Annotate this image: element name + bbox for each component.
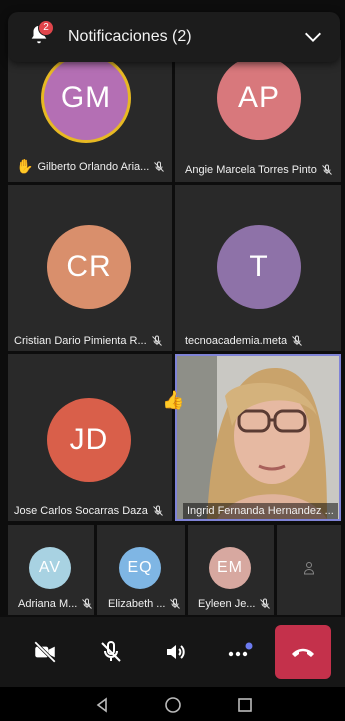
avatar: AV (29, 547, 71, 589)
avatar-initials: GM (60, 81, 112, 114)
participant-name: Jose Carlos Socarras Daza (14, 505, 148, 517)
participant-name-row: Jose Carlos Socarras Daza (14, 505, 172, 517)
mic-off-icon (154, 161, 165, 172)
back-icon[interactable] (93, 696, 111, 714)
avatar-initials: CR (66, 250, 112, 283)
participant-name-row: Eyleen Je... (198, 598, 274, 610)
thumbs-up-icon: 👍 (162, 390, 185, 410)
participant-name-row: Elizabeth ... (108, 598, 185, 610)
avatar-initials: AV (38, 559, 62, 576)
participant-tile-av[interactable]: AV Adriana M... (8, 525, 94, 615)
avatar: EM (209, 547, 251, 589)
participant-name-row: Angie Marcela Torres Pinto (185, 164, 341, 176)
participant-name: Elizabeth ... (108, 598, 166, 610)
recents-icon[interactable] (236, 696, 254, 714)
notification-title: Notificaciones (2) (68, 28, 192, 45)
more-participants-tile[interactable] (277, 525, 341, 615)
participant-name: Cristian Dario Pimienta R... (14, 335, 147, 347)
avatar: EQ (119, 547, 161, 589)
speaker-icon[interactable] (158, 635, 192, 669)
participant-tile-jd[interactable]: JD Jose Carlos Socarras Daza (8, 354, 172, 521)
avatar-initials: JD (69, 423, 109, 456)
participant-video-image (177, 356, 339, 519)
avatar-initials: AP (237, 81, 281, 114)
participant-name: Ingrid Fernanda Hernandez ... (187, 505, 334, 517)
avatar-initials: EQ (127, 559, 153, 576)
participant-video-tile[interactable]: Ingrid Fernanda Hernandez ... (175, 354, 341, 521)
mic-off-icon (292, 335, 302, 346)
person-icon (303, 562, 315, 575)
chevron-down-icon[interactable] (302, 26, 324, 48)
avatar: JD (47, 398, 131, 482)
avatar-initials: EM (217, 559, 243, 576)
raised-hand-icon: ✋ (16, 158, 34, 174)
mic-off-icon (260, 598, 271, 609)
participant-name-row: Ingrid Fernanda Hernandez ... (183, 503, 338, 519)
bell-icon: 2 (28, 20, 54, 50)
hang-up-icon (292, 648, 314, 657)
mic-off-icon (170, 598, 181, 609)
participant-tile-cr[interactable]: CR Cristian Dario Pimienta R... (8, 185, 172, 351)
avatar: GM (44, 56, 128, 140)
participant-tile-eq[interactable]: EQ Elizabeth ... (97, 525, 185, 615)
avatar: AP (217, 56, 301, 140)
avatar: T (217, 225, 301, 309)
participant-name: Gilberto Orlando Aria... (37, 160, 150, 173)
notification-badge: 2 (38, 20, 54, 36)
participant-name: tecnoacademia.meta (185, 335, 288, 347)
participant-name: Adriana M... (18, 598, 78, 610)
mic-off-icon (82, 598, 93, 609)
camera-off-icon[interactable] (28, 635, 62, 669)
participant-tile-t[interactable]: T tecnoacademia.meta (175, 185, 341, 351)
participant-name-row: Adriana M... (18, 598, 94, 610)
mic-off-button[interactable] (94, 635, 128, 669)
home-icon[interactable] (164, 696, 182, 714)
participant-name: Angie Marcela Torres Pinto (185, 164, 317, 176)
system-navigation-bar (0, 687, 345, 721)
participant-tile-em[interactable]: EM Eyleen Je... (188, 525, 274, 615)
avatar: CR (47, 225, 131, 309)
more-icon[interactable] (222, 635, 256, 669)
participant-name-row: tecnoacademia.meta (185, 335, 341, 347)
mic-off-icon (322, 164, 332, 175)
participant-name-row: Cristian Dario Pimienta R... (14, 335, 172, 347)
participant-name: Eyleen Je... (198, 598, 256, 610)
mic-off-icon (153, 505, 163, 516)
avatar-initials: T (249, 250, 269, 283)
participant-name-row: ✋ Gilberto Orlando Aria... (16, 158, 172, 175)
hang-up-button[interactable] (275, 625, 331, 679)
mic-off-icon (151, 335, 162, 346)
call-controls-bar (0, 617, 345, 687)
notification-banner[interactable]: 2 Notificaciones (2) (8, 12, 340, 62)
